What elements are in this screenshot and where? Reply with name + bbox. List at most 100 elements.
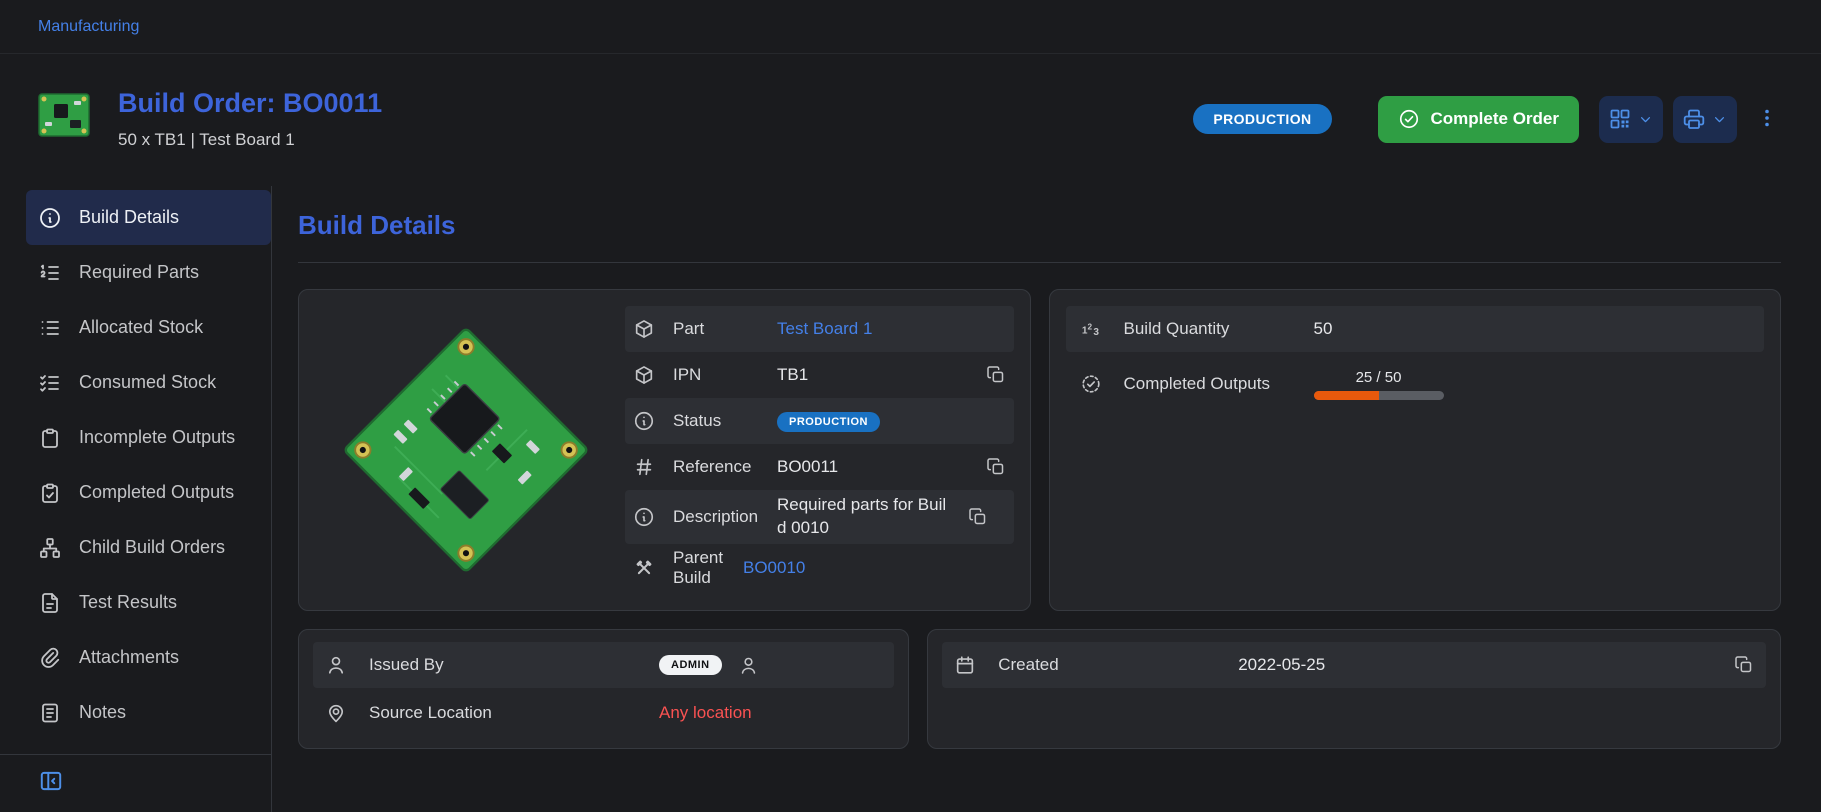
complete-order-label: Complete Order [1431,109,1559,129]
clipboard-icon [38,426,62,450]
sidebar-item-child-build-orders[interactable]: Child Build Orders [26,520,271,575]
sidebar-item-allocated-stock[interactable]: Allocated Stock [26,300,271,355]
progress-text: 25 / 50 [1356,369,1402,386]
part-thumbnail[interactable] [36,90,92,140]
info-circle-icon [38,206,62,230]
copy-icon [986,365,1006,385]
issued-by-row: Issued By ADMIN [313,642,894,688]
description-value: Required parts for Build 0010 [777,494,952,540]
completed-progress-bar [1314,391,1444,400]
sidebar-item-test-results[interactable]: Test Results [26,575,271,630]
copy-button[interactable] [1718,655,1754,675]
details-table: Part Test Board 1 IPN TB1 Status [625,306,1014,594]
copy-button[interactable] [952,507,988,527]
complete-order-button[interactable]: Complete Order [1378,96,1579,143]
header-left: Build Order: BO0011 50 x TB1 | Test Boar… [36,88,382,150]
detail-label-status: Status [673,411,777,431]
ipn-value: TB1 [777,365,970,385]
status-value-badge: PRODUCTION [777,412,880,432]
part-image[interactable] [315,306,617,594]
clipboard-check-icon [38,481,62,505]
list-numbers-icon [38,261,62,285]
build-order-page: Manufacturing Build Order: BO0011 50 x T… [0,0,1821,812]
test-report-icon [38,591,62,615]
sitemap-icon [38,536,62,560]
paperclip-icon [38,646,62,670]
section-divider [298,262,1781,263]
sidebar-item-required-parts[interactable]: Required Parts [26,245,271,300]
issued-by-label: Issued By [369,655,659,675]
sidebar-footer [0,754,271,812]
completed-outputs-progress: 25 / 50 [1314,369,1444,400]
completed-progress-fill [1314,391,1379,400]
package-icon [633,364,655,386]
body-row: Build Details Required Parts Allocated S… [0,186,1821,812]
build-details-panel: Part Test Board 1 IPN TB1 Status [298,289,1031,611]
page-title: Build Order: BO0011 [118,88,382,119]
created-label: Created [998,655,1238,675]
barcode-actions-button[interactable] [1599,96,1663,143]
sidebar-item-incomplete-outputs[interactable]: Incomplete Outputs [26,410,271,465]
reference-value: BO0011 [777,457,970,477]
calendar-icon [954,654,976,676]
copy-button[interactable] [970,457,1006,477]
check-circle-icon [1398,108,1420,130]
user-icon [738,655,759,676]
sidebar-item-label: Allocated Stock [79,317,203,338]
pcb-image-graphic [322,306,610,594]
build-quantity-value: 50 [1314,319,1333,339]
progress-check-icon [1080,373,1102,395]
parent-build-link[interactable]: BO0010 [743,558,1006,578]
header-actions: PRODUCTION Complete Order [1193,96,1783,143]
sidebar-item-label: Attachments [79,647,179,668]
info-circle-icon [633,410,655,432]
part-link[interactable]: Test Board 1 [777,319,1006,339]
sidebar-item-attachments[interactable]: Attachments [26,630,271,685]
info-circle-icon [633,506,655,528]
sidebar-item-completed-outputs[interactable]: Completed Outputs [26,465,271,520]
breadcrumb: Manufacturing [0,0,1821,54]
list-check-icon [38,371,62,395]
main-content: Build Details [272,186,1821,812]
collapse-sidebar-button[interactable] [38,768,64,797]
package-icon [633,318,655,340]
detail-label-part: Part [673,319,777,339]
issue-panel: Issued By ADMIN Source Location Any loca… [298,629,909,749]
issued-by-badge: ADMIN [659,655,722,675]
breadcrumb-manufacturing[interactable]: Manufacturing [38,18,139,36]
sidebar-item-label: Test Results [79,592,177,613]
svg-text:2: 2 [1087,322,1092,331]
numbers-123-icon: 123 [1080,318,1102,340]
copy-button[interactable] [970,365,1006,385]
build-quantity-row: 123 Build Quantity 50 [1066,306,1765,352]
page-subtitle: 50 x TB1 | Test Board 1 [118,130,382,150]
more-actions-button[interactable] [1751,102,1783,137]
sidebar-item-label: Required Parts [79,262,199,283]
sidebar-item-consumed-stock[interactable]: Consumed Stock [26,355,271,410]
detail-label-reference: Reference [673,457,777,477]
dots-vertical-icon [1755,106,1779,130]
chevron-down-icon [1637,111,1654,128]
detail-row-status: Status PRODUCTION [625,398,1014,444]
page-header: Build Order: BO0011 50 x TB1 | Test Boar… [0,54,1821,186]
print-actions-button[interactable] [1673,96,1737,143]
tools-icon [633,557,655,579]
detail-label-parent-build: Parent Build [673,548,743,588]
copy-icon [1734,655,1754,675]
user-icon [325,654,347,676]
section-title: Build Details [298,210,1781,241]
sidebar-item-notes[interactable]: Notes [26,685,271,740]
detail-row-parent-build: Parent Build BO0010 [625,544,1014,592]
title-block: Build Order: BO0011 50 x TB1 | Test Boar… [118,88,382,150]
status-badge: PRODUCTION [1193,104,1331,134]
detail-row-reference: Reference BO0011 [625,444,1014,490]
detail-label-description: Description [673,507,777,527]
map-pin-icon [325,702,347,724]
pcb-thumbnail-graphic [36,90,92,140]
sidebar-item-build-details[interactable]: Build Details [26,190,271,245]
detail-label-ipn: IPN [673,365,777,385]
sidebar-item-label: Consumed Stock [79,372,216,393]
sidebar: Build Details Required Parts Allocated S… [0,186,272,812]
detail-row-description: Description Required parts for Build 001… [625,490,1014,544]
sidebar-item-label: Incomplete Outputs [79,427,235,448]
